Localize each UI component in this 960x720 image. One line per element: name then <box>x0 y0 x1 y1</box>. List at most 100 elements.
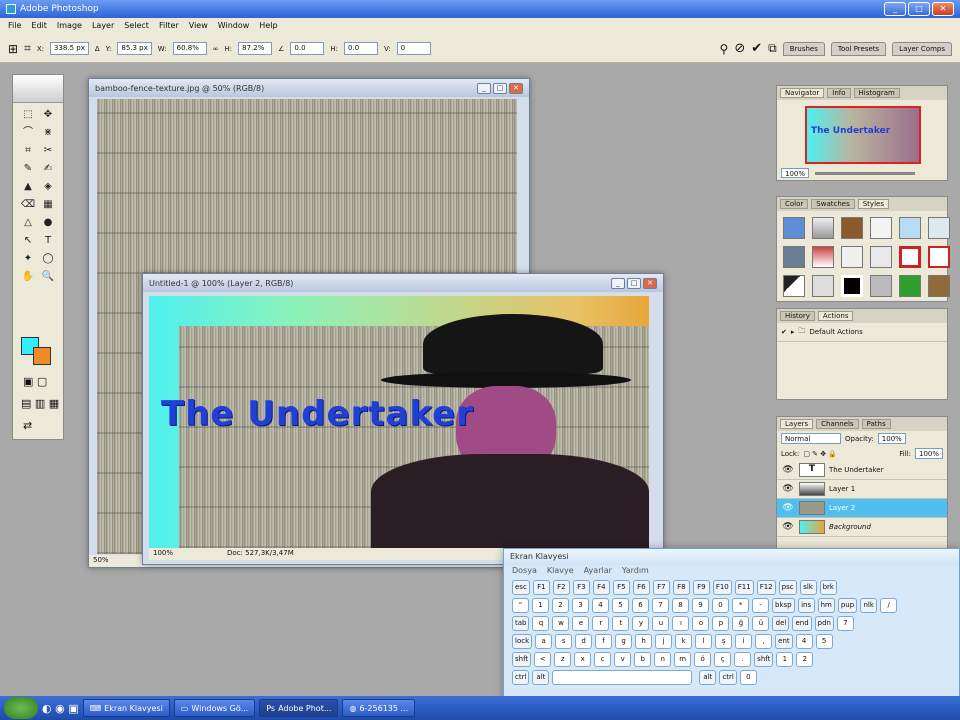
osk-key[interactable]: o <box>692 616 710 631</box>
osk-key[interactable]: bksp <box>772 598 795 613</box>
osk-key[interactable]: s <box>555 634 573 649</box>
osk-key[interactable]: shft <box>754 652 774 667</box>
tool-icon[interactable]: ◯ <box>39 251 57 267</box>
menu-help[interactable]: Help <box>259 21 277 32</box>
osk-key[interactable]: F4 <box>592 580 610 595</box>
tab-tool-presets[interactable]: Tool Presets <box>830 41 887 56</box>
angle-field[interactable]: 0.0 <box>290 42 325 55</box>
osk-key[interactable]: brk <box>819 580 837 595</box>
osk-key[interactable]: F8 <box>672 580 690 595</box>
toolbox-header[interactable] <box>13 75 63 103</box>
tool-preset-icon[interactable]: ⊞ <box>8 42 18 56</box>
osk-key[interactable]: ü <box>752 616 770 631</box>
tab-histogram[interactable]: Histogram <box>853 88 900 98</box>
osk-key[interactable]: ins <box>797 598 815 613</box>
osk-key[interactable]: t <box>612 616 630 631</box>
osk-key[interactable]: F3 <box>572 580 590 595</box>
osk-key[interactable]: j <box>655 634 673 649</box>
style-swatch[interactable] <box>899 275 921 297</box>
menu-layer[interactable]: Layer <box>92 21 114 32</box>
menu-file[interactable]: File <box>8 21 21 32</box>
osk-key[interactable]: a <box>535 634 553 649</box>
tab-layer-comps[interactable]: Layer Comps <box>892 41 952 56</box>
osk-key[interactable]: k <box>675 634 693 649</box>
tool-icon[interactable]: ⌫ <box>19 197 37 213</box>
style-swatch[interactable] <box>870 275 892 297</box>
menu-window[interactable]: Window <box>218 21 250 32</box>
osk-key[interactable]: w <box>552 616 570 631</box>
eye-icon[interactable]: 👁 <box>781 465 795 475</box>
osk-key[interactable]: , <box>755 634 773 649</box>
minimize-button[interactable]: _ <box>884 2 906 16</box>
doc-minimize-button[interactable]: _ <box>477 82 491 94</box>
document-titlebar[interactable]: bamboo-fence-texture.jpg @ 50% (RGB/8) _… <box>89 79 529 97</box>
osk-key[interactable]: < <box>534 652 552 667</box>
osk-key[interactable]: f <box>595 634 613 649</box>
doc-size[interactable]: Doc: 527,3K/3,47M <box>227 549 294 559</box>
osk-key[interactable]: F10 <box>712 580 732 595</box>
osk-key[interactable]: esc <box>512 580 530 595</box>
warp-icon[interactable]: ⚲ <box>720 42 729 56</box>
doc-zoom[interactable]: 50% <box>93 556 109 566</box>
osk-key[interactable]: m <box>674 652 692 667</box>
close-button[interactable]: ✕ <box>932 2 954 16</box>
osk-key[interactable]: F1 <box>532 580 550 595</box>
cancel-transform-icon[interactable]: ⊘ <box>734 41 745 56</box>
tool-icon[interactable]: ⬚ <box>19 107 37 123</box>
osk-key[interactable]: l <box>695 634 713 649</box>
h-skew-field[interactable]: 0.0 <box>344 42 379 55</box>
osk-key[interactable]: 1 <box>532 598 549 613</box>
osk-key[interactable]: q <box>532 616 550 631</box>
doc-close-button[interactable]: ✕ <box>509 82 523 94</box>
tool-icon[interactable]: ✦ <box>19 251 37 267</box>
osk-key[interactable]: lock <box>512 634 533 649</box>
osk-key[interactable]: 4 <box>592 598 609 613</box>
navigator-zoom-field[interactable]: 100% <box>781 168 810 178</box>
osk-key[interactable]: d <box>575 634 593 649</box>
osk-key[interactable]: * <box>732 598 749 613</box>
eye-icon[interactable]: 👁 <box>781 484 795 494</box>
osk-key[interactable]: F12 <box>756 580 776 595</box>
osk-key[interactable]: ı <box>672 616 690 631</box>
taskbar-item[interactable]: ▭ Windows Gö... <box>173 699 256 717</box>
y-field[interactable]: 85.3 px <box>117 42 152 55</box>
style-swatch[interactable] <box>899 246 921 268</box>
navigator-thumbnail[interactable]: The Undertaker <box>805 106 921 164</box>
osk-key[interactable]: " <box>512 598 529 613</box>
tool-icon[interactable]: ⌗ <box>19 143 37 159</box>
tool-icon[interactable]: ▦ <box>39 197 57 213</box>
tab-info[interactable]: Info <box>827 88 851 98</box>
palette-well-icon[interactable]: ⧉ <box>768 41 777 56</box>
tab-brushes[interactable]: Brushes <box>782 41 825 56</box>
osk-key[interactable]: u <box>652 616 670 631</box>
osk-key[interactable]: 5 <box>612 598 629 613</box>
tool-icon[interactable]: ↖ <box>19 233 37 249</box>
osk-key[interactable]: e <box>572 616 590 631</box>
doc-minimize-button[interactable]: _ <box>611 277 625 289</box>
jump-to-imageready-icon[interactable]: ⇄ <box>23 419 32 432</box>
commit-transform-icon[interactable]: ✔ <box>751 41 762 56</box>
menu-edit[interactable]: Edit <box>31 21 47 32</box>
doc-zoom[interactable]: 100% <box>153 549 173 559</box>
tool-icon[interactable]: ⋇ <box>39 125 57 141</box>
tool-icon[interactable]: ⌒ <box>19 125 37 141</box>
tab-swatches[interactable]: Swatches <box>811 199 855 209</box>
osk-key[interactable]: psc <box>778 580 797 595</box>
tool-icon[interactable]: ● <box>39 215 57 231</box>
taskbar-item-active[interactable]: Ps Adobe Phot... <box>259 699 339 717</box>
layer-row[interactable]: 👁 T The Undertaker <box>777 461 947 480</box>
style-swatch[interactable] <box>870 217 892 239</box>
tool-icon[interactable]: ◈ <box>39 179 57 195</box>
tab-actions[interactable]: Actions <box>817 311 854 321</box>
osk-menu-settings[interactable]: Ayarlar <box>584 566 612 578</box>
osk-key[interactable]: tab <box>512 616 530 631</box>
tab-layers[interactable]: Layers <box>780 419 814 429</box>
quick-mask-icon[interactable]: ▣ ▢ <box>23 375 47 388</box>
doc-close-button[interactable]: ✕ <box>643 277 657 289</box>
osk-key[interactable]: shft <box>512 652 532 667</box>
osk-key[interactable]: 1 <box>776 652 794 667</box>
menu-select[interactable]: Select <box>124 21 149 32</box>
doc-maximize-button[interactable]: □ <box>627 277 641 289</box>
screen-mode-icon[interactable]: ▤ ▥ ▦ <box>21 397 59 410</box>
osk-key[interactable]: F5 <box>612 580 630 595</box>
